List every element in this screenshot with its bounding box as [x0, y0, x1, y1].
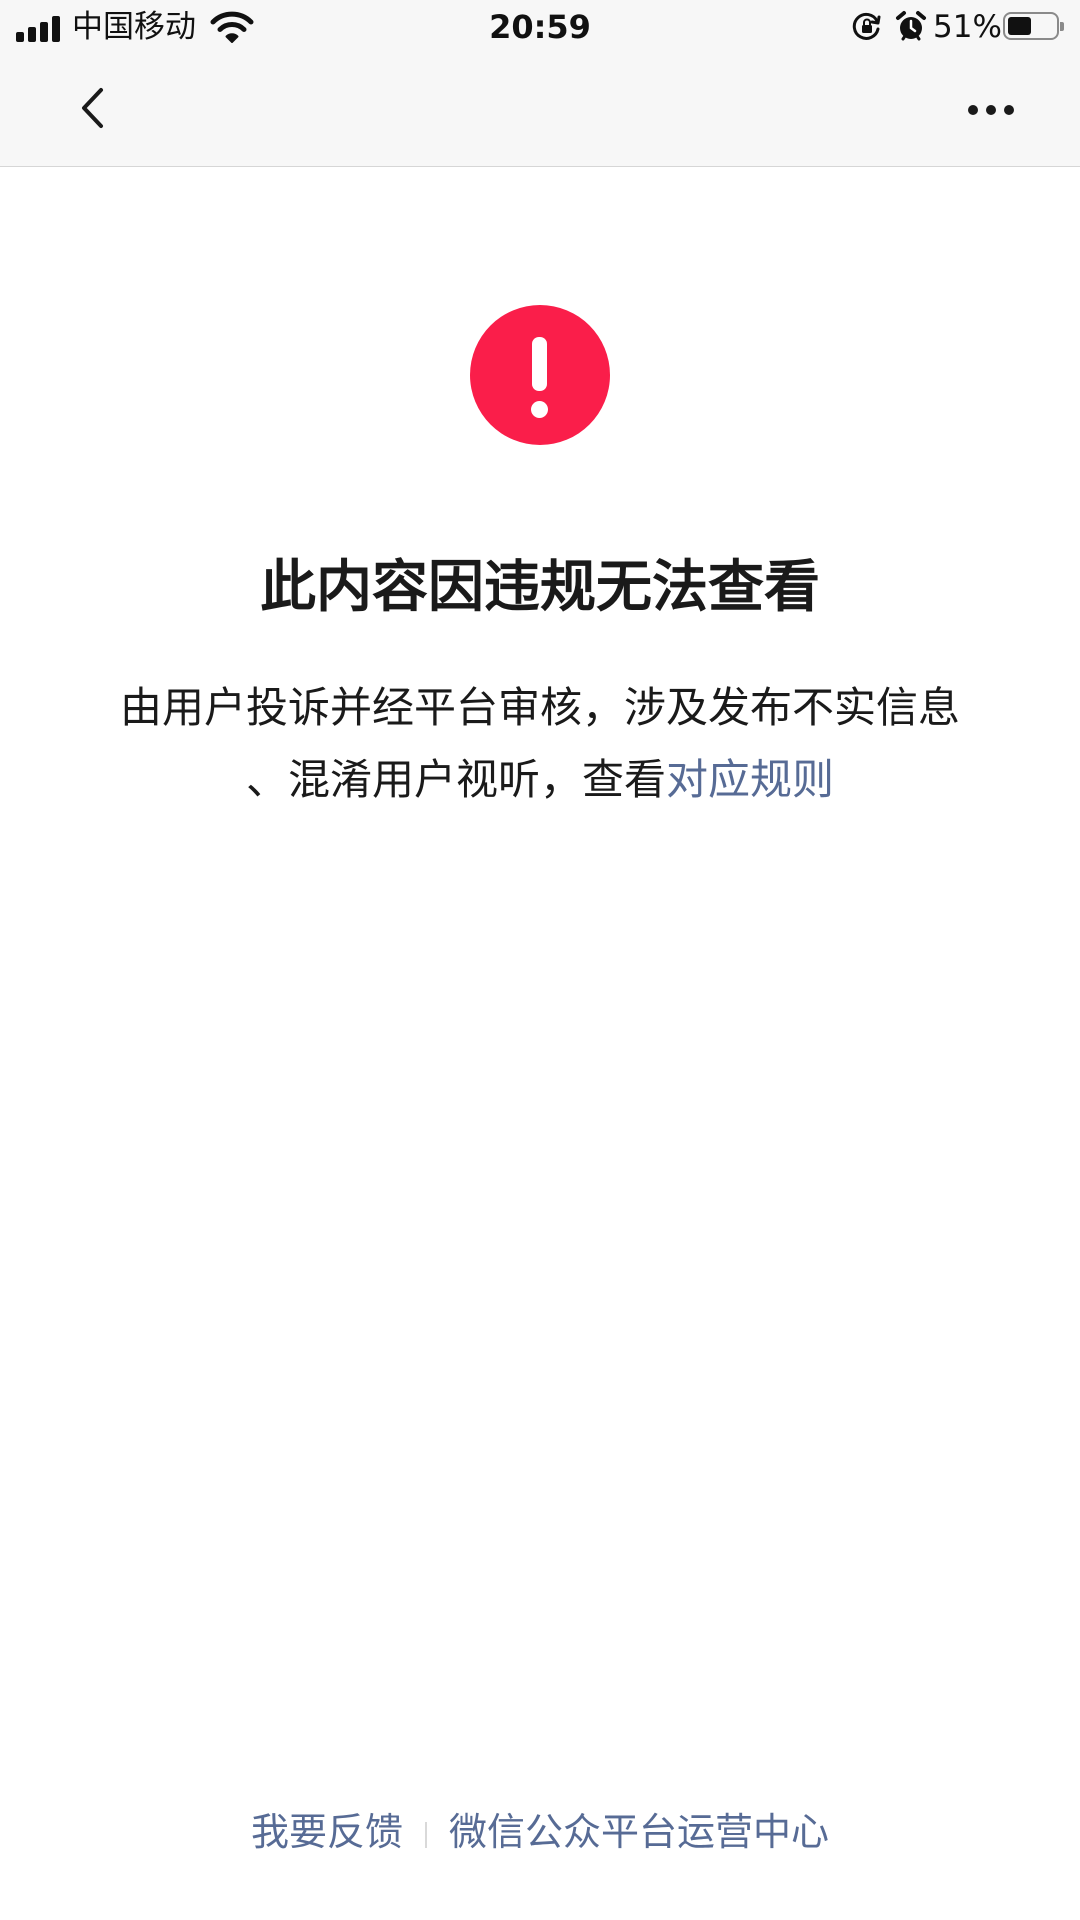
page-title: 此内容因违规无法查看	[260, 555, 820, 620]
back-button[interactable]	[66, 80, 120, 136]
violation-description: 由用户投诉并经平台审核，涉及发布不实信息 、混淆用户视听，查看对应规则	[80, 672, 1000, 816]
battery-icon	[1003, 12, 1064, 40]
feedback-link[interactable]: 我要反馈	[251, 1810, 403, 1854]
alarm-icon	[896, 11, 926, 41]
battery-percentage: 51%	[933, 9, 1002, 45]
footer-divider	[425, 1821, 427, 1848]
description-text: 、混淆用户视听，查看	[245, 755, 666, 804]
top-area: 中国移动 20:59 51%	[0, 0, 1080, 167]
orientation-lock-icon	[852, 12, 881, 40]
rules-link[interactable]: 对应规则	[666, 755, 834, 804]
more-dots-icon	[968, 105, 978, 115]
status-bar: 中国移动 20:59 51%	[0, 0, 1080, 54]
description-line-2: 、混淆用户视听，查看对应规则	[80, 744, 1000, 816]
description-line-1: 由用户投诉并经平台审核，涉及发布不实信息	[119, 683, 960, 732]
ops-center-link[interactable]: 微信公众平台运营中心	[449, 1810, 829, 1854]
more-options-button[interactable]	[956, 92, 1024, 126]
battery-level-fill	[1008, 17, 1031, 35]
chevron-left-icon	[82, 88, 103, 128]
footer-links: 我要反馈 微信公众平台运营中心	[0, 1806, 1080, 1858]
exclamation-icon	[470, 305, 610, 445]
